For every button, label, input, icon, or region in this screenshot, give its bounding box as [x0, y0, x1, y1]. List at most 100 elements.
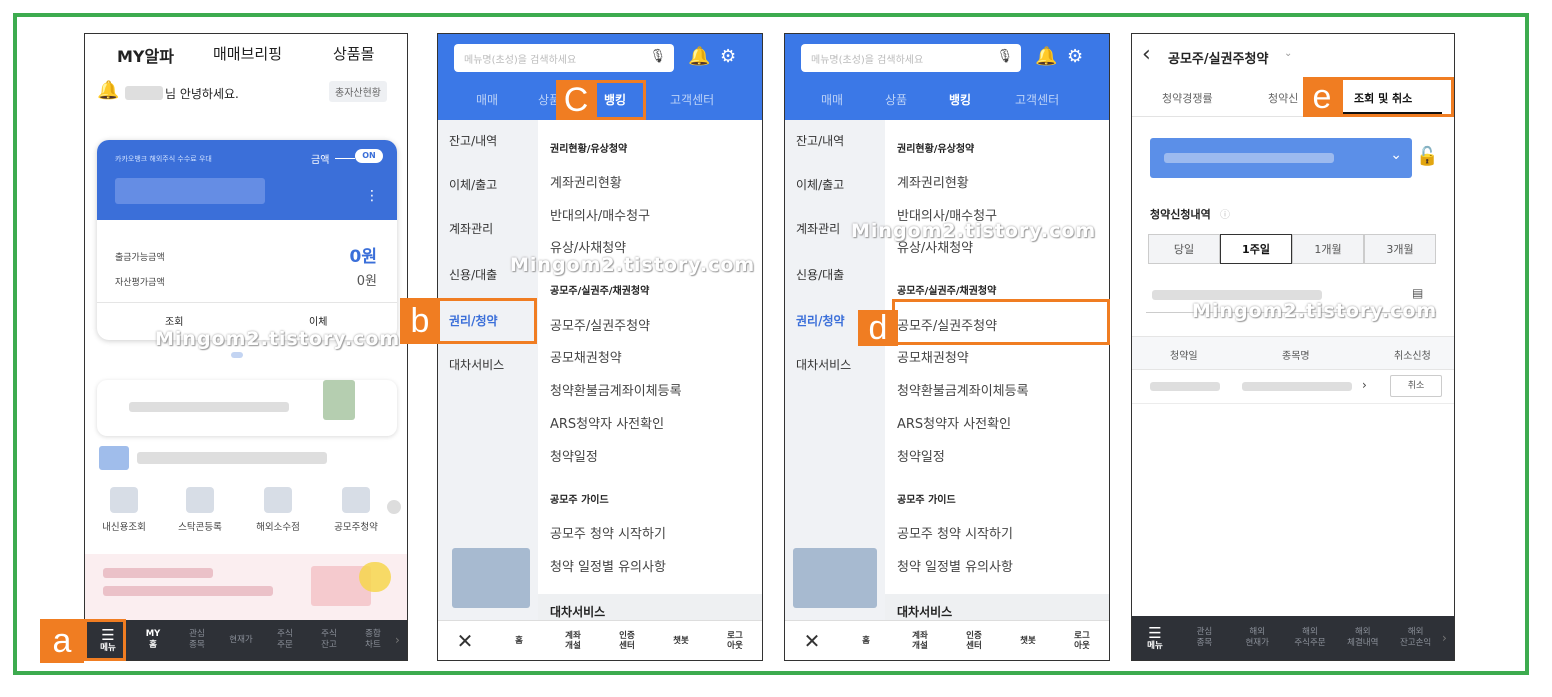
- menu-item-guide-notes[interactable]: 청약 일정별 유의사항: [897, 556, 1013, 575]
- menu-item-ars-check[interactable]: ARS청약자 사전확인: [550, 413, 664, 432]
- bell-icon[interactable]: 🔔: [97, 80, 119, 101]
- bottom-logout[interactable]: 로그 아웃: [1055, 631, 1109, 651]
- close-icon[interactable]: ✕: [438, 631, 492, 651]
- left-item-account[interactable]: 계좌관리: [796, 220, 840, 237]
- menu-item-account-rights[interactable]: 계좌권리현황: [897, 172, 969, 191]
- menu-item-dissent[interactable]: 반대의사/매수청구: [550, 205, 650, 224]
- period-3month[interactable]: 3개월: [1364, 234, 1436, 264]
- total-asset-button[interactable]: 총자산현황: [329, 81, 387, 102]
- quick-link-stockcon[interactable]: 스탁콘등록: [165, 487, 235, 533]
- close-icon[interactable]: ✕: [785, 631, 839, 651]
- amount-toggle[interactable]: ON: [355, 149, 383, 163]
- gear-icon[interactable]: ⚙: [720, 46, 736, 67]
- menu-search-input[interactable]: 메뉴명(초성)을 검색하세요 🎙: [801, 44, 1021, 72]
- info-icon[interactable]: ⓘ: [1220, 206, 1230, 221]
- left-item-lending[interactable]: 대차서비스: [796, 356, 851, 373]
- unlock-icon[interactable]: 🔓: [1416, 146, 1438, 167]
- bottom-tab-watchlist[interactable]: 관심 종목: [1178, 627, 1231, 649]
- bottom-open-account[interactable]: 계좌 개설: [893, 631, 947, 651]
- quick-link-fractional[interactable]: 해외소수점: [243, 487, 313, 533]
- microphone-icon[interactable]: 🎙: [996, 49, 1013, 64]
- menu-header: 메뉴명(초성)을 검색하세요 🎙 🔔 ⚙ 매매 상품 뱅킹 고객센터: [785, 34, 1109, 120]
- bottom-tab-watchlist[interactable]: 관심 종목: [175, 629, 219, 651]
- left-item-lending[interactable]: 대차서비스: [449, 356, 504, 373]
- tab-subscription-apply[interactable]: 청약신: [1268, 90, 1298, 106]
- menu-item-ipo-subscription[interactable]: 공모주/실권주청약: [550, 315, 650, 334]
- period-today[interactable]: 당일: [1148, 234, 1220, 264]
- menu-search-input[interactable]: 메뉴명(초성)을 검색하세요 🎙: [454, 44, 674, 72]
- tab-product-mall[interactable]: 상품몰: [333, 43, 374, 64]
- left-item-balance[interactable]: 잔고/내역: [796, 132, 844, 149]
- bottom-home[interactable]: 홈: [839, 636, 893, 646]
- bottom-logout[interactable]: 로그 아웃: [708, 631, 762, 651]
- bottom-tab-overseas-price[interactable]: 해외 현재가: [1231, 627, 1284, 649]
- bottom-tab-overseas-executions[interactable]: 해외 체결내역: [1336, 627, 1389, 649]
- bottom-tab-chart[interactable]: 종합 차트: [351, 629, 395, 651]
- left-item-account[interactable]: 계좌관리: [449, 220, 493, 237]
- menu-left-column: 잔고/내역 이체/출고 계좌관리 신용/대출 권리/청약 대차서비스: [438, 120, 538, 620]
- left-item-transfer[interactable]: 이체/출고: [796, 176, 844, 193]
- menu-item-ars-check[interactable]: ARS청약자 사전확인: [897, 413, 1011, 432]
- bell-icon[interactable]: 🔔: [688, 46, 710, 67]
- period-1month[interactable]: 1개월: [1292, 234, 1364, 264]
- more-icon[interactable]: ⋮: [365, 188, 379, 204]
- left-item-credit[interactable]: 신용/대출: [796, 266, 844, 283]
- chevron-down-icon[interactable]: ⌄: [1284, 48, 1292, 59]
- tab-banking[interactable]: 뱅킹: [949, 91, 971, 108]
- tab-trade[interactable]: 매매: [821, 91, 843, 108]
- tab-my-alpha[interactable]: MY알파: [117, 43, 174, 67]
- cancel-button[interactable]: 취소: [1390, 375, 1442, 397]
- tab-customer-center[interactable]: 고객센터: [670, 91, 714, 108]
- table-row[interactable]: › 취소: [1132, 370, 1454, 404]
- menu-item-guide-start[interactable]: 공모주 청약 시작하기: [550, 523, 666, 542]
- tab-competition-rate[interactable]: 청약경쟁률: [1162, 90, 1213, 106]
- left-item-credit[interactable]: 신용/대출: [449, 266, 497, 283]
- bottom-chatbot[interactable]: 챗봇: [654, 636, 708, 646]
- menu-item-bond-subscription[interactable]: 공모채권청약: [897, 347, 969, 366]
- scroll-right-icon[interactable]: [387, 500, 401, 514]
- menu-item-refund-account[interactable]: 청약환불금계좌이체등록: [550, 380, 682, 399]
- bottom-tab-overseas-order[interactable]: 해외 주식주문: [1284, 627, 1337, 649]
- tab-trading-briefing[interactable]: 매매브리핑: [213, 43, 282, 64]
- quick-link-credit[interactable]: 내신용조회: [89, 487, 159, 533]
- left-item-transfer[interactable]: 이체/출고: [449, 176, 497, 193]
- bottom-tab-current-price[interactable]: 현재가: [219, 635, 263, 646]
- bottom-auth-center[interactable]: 인증 센터: [600, 631, 654, 651]
- chevron-right-icon[interactable]: ›: [1442, 631, 1454, 645]
- transfer-button[interactable]: 이체: [309, 313, 327, 328]
- menu-item-guide-start[interactable]: 공모주 청약 시작하기: [897, 523, 1013, 542]
- calendar-icon[interactable]: ▤: [1412, 286, 1423, 300]
- menu-item-schedule[interactable]: 청약일정: [897, 446, 945, 465]
- bell-icon[interactable]: 🔔: [1035, 46, 1057, 67]
- left-item-balance[interactable]: 잔고/내역: [449, 132, 497, 149]
- microphone-icon[interactable]: 🎙: [649, 49, 666, 64]
- chevron-right-icon[interactable]: ›: [395, 633, 407, 647]
- tab-customer-center[interactable]: 고객센터: [1015, 91, 1059, 108]
- menu-item-bond-subscription[interactable]: 공모채권청약: [550, 347, 622, 366]
- promo-card[interactable]: [97, 380, 397, 436]
- menu-item-guide-notes[interactable]: 청약 일정별 유의사항: [550, 556, 666, 575]
- inquiry-button[interactable]: 조회: [165, 313, 183, 328]
- event-banner[interactable]: [85, 554, 407, 620]
- bottom-home[interactable]: 홈: [492, 636, 546, 646]
- menu-item-account-rights[interactable]: 계좌권리현황: [550, 172, 622, 191]
- bottom-tab-stock-balance[interactable]: 주식 잔고: [307, 629, 351, 651]
- bottom-auth-center[interactable]: 인증 센터: [947, 631, 1001, 651]
- tab-products[interactable]: 상품: [885, 91, 907, 108]
- menu-item-refund-account[interactable]: 청약환불금계좌이체등록: [897, 380, 1029, 399]
- account-select[interactable]: ⌄: [1150, 138, 1412, 178]
- period-1week[interactable]: 1주일: [1220, 234, 1292, 264]
- bottom-tab-overseas-balance[interactable]: 해외 잔고손익: [1389, 627, 1442, 649]
- left-item-rights-subscription[interactable]: 권리/청약: [796, 312, 845, 329]
- chevron-right-icon[interactable]: ›: [1362, 378, 1367, 392]
- menu-button[interactable]: ☰ 메뉴: [1132, 625, 1178, 652]
- bottom-tab-my-home[interactable]: MY 홈: [131, 629, 175, 651]
- quick-link-ipo[interactable]: 공모주청약: [321, 487, 391, 533]
- bottom-tab-stock-order[interactable]: 주식 주문: [263, 629, 307, 651]
- back-icon[interactable]: ‹: [1142, 42, 1151, 67]
- tab-trade[interactable]: 매매: [476, 91, 498, 108]
- bottom-open-account[interactable]: 계좌 개설: [546, 631, 600, 651]
- gear-icon[interactable]: ⚙: [1067, 46, 1083, 67]
- menu-item-schedule[interactable]: 청약일정: [550, 446, 598, 465]
- bottom-chatbot[interactable]: 챗봇: [1001, 636, 1055, 646]
